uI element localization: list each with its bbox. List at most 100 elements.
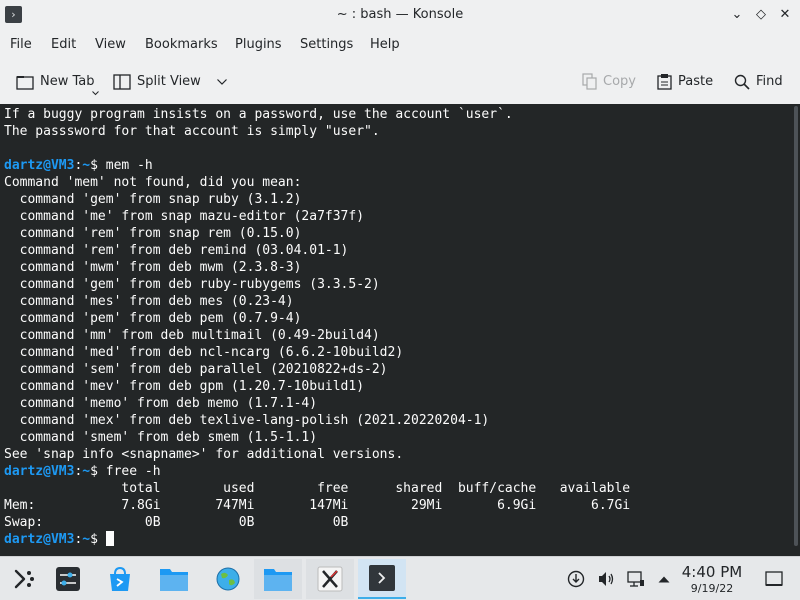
terminal-prompt-line: dartz@VM3:~$ bbox=[4, 531, 630, 548]
new-tab-button[interactable]: New Tab bbox=[16, 71, 99, 96]
minimize-button[interactable]: ⌄ bbox=[727, 5, 747, 25]
terminal-line: command 'gem' from deb ruby-rubygems (3.… bbox=[4, 276, 630, 293]
split-view-label: Split View bbox=[137, 74, 201, 89]
paste-button[interactable]: Paste bbox=[657, 71, 713, 93]
volume-icon[interactable] bbox=[596, 569, 616, 589]
discover-store-icon bbox=[110, 566, 130, 591]
task-konsole[interactable] bbox=[358, 559, 406, 599]
prompt-user-host: dartz@VM3 bbox=[4, 464, 75, 479]
web-browser-icon bbox=[216, 567, 240, 591]
terminal-line-text: command 'mm' from deb multimail (0.49-2b… bbox=[4, 328, 380, 343]
terminal-line-text: command 'sem' from deb parallel (2021082… bbox=[4, 362, 388, 377]
maximize-button[interactable]: ◇ bbox=[751, 5, 771, 25]
terminal-line: command 'gem' from snap ruby (3.1.2) bbox=[4, 191, 630, 208]
terminal-line-text: command 'mwm' from deb mwm (2.3.8-3) bbox=[4, 260, 302, 275]
menu-settings[interactable]: Settings bbox=[300, 37, 353, 52]
copy-icon bbox=[582, 73, 597, 90]
task-web-browser[interactable] bbox=[206, 559, 250, 599]
prompt-path: ~ bbox=[82, 158, 91, 173]
terminal-line: command 'pem' from deb pem (0.7.9-4) bbox=[4, 310, 630, 327]
terminal-line-text: See 'snap info <snapname>' for additiona… bbox=[4, 447, 404, 462]
terminal-line: command 'mm' from deb multimail (0.49-2b… bbox=[4, 327, 630, 344]
file-manager-window-icon bbox=[264, 569, 292, 591]
terminal-line-text: command 'mex' from deb texlive-lang-poli… bbox=[4, 413, 490, 428]
task-discover[interactable] bbox=[98, 559, 142, 599]
clock-time[interactable]: 4:40 PM bbox=[670, 563, 754, 581]
terminal-line-text: If a buggy program insists on a password… bbox=[4, 107, 513, 122]
network-icon[interactable] bbox=[626, 569, 646, 589]
task-x-window[interactable] bbox=[306, 559, 354, 599]
new-tab-label: New Tab bbox=[40, 74, 95, 89]
terminal-line-text: command 'pem' from deb pem (0.7.9-4) bbox=[4, 311, 302, 326]
terminal-view[interactable]: If a buggy program insists on a password… bbox=[0, 104, 800, 556]
terminal-scrollbar[interactable] bbox=[792, 104, 798, 556]
task-system-settings[interactable] bbox=[46, 559, 90, 599]
new-tab-icon bbox=[16, 75, 34, 90]
find-button[interactable]: Find bbox=[734, 71, 783, 93]
paste-icon bbox=[657, 74, 672, 90]
terminal-cursor bbox=[105, 531, 114, 546]
task-file-manager[interactable] bbox=[152, 559, 196, 599]
terminal-line: command 'smem' from deb smem (1.5-1.1) bbox=[4, 429, 630, 446]
terminal-line-text: Command 'mem' not found, did you mean: bbox=[4, 175, 302, 190]
terminal-line: Command 'mem' not found, did you mean: bbox=[4, 174, 630, 191]
terminal-line: command 'mes' from deb mes (0.23-4) bbox=[4, 293, 630, 310]
terminal-line: command 'sem' from deb parallel (2021082… bbox=[4, 361, 630, 378]
terminal-line-text: command 'smem' from deb smem (1.5-1.1) bbox=[4, 430, 318, 445]
terminal-line: command 'mwm' from deb mwm (2.3.8-3) bbox=[4, 259, 630, 276]
terminal-line: command 'med' from deb ncl-ncarg (6.6.2-… bbox=[4, 344, 630, 361]
menu-file[interactable]: File bbox=[10, 37, 32, 52]
menu-edit[interactable]: Edit bbox=[51, 37, 76, 52]
terminal-line-text: command 'mev' from deb gpm (1.20.7-10bui… bbox=[4, 379, 365, 394]
task-file-manager-window[interactable] bbox=[254, 559, 302, 599]
split-view-button[interactable]: Split View bbox=[113, 71, 227, 93]
show-desktop-icon[interactable] bbox=[764, 569, 784, 589]
copy-label: Copy bbox=[603, 74, 636, 89]
terminal-line: Swap: 0B 0B 0B bbox=[4, 514, 630, 531]
terminal-output: If a buggy program insists on a password… bbox=[4, 106, 630, 548]
terminal-line: command 'rem' from snap rem (0.15.0) bbox=[4, 225, 630, 242]
menu-view[interactable]: View bbox=[95, 37, 126, 52]
terminal-prompt-line: dartz@VM3:~$ free -h bbox=[4, 463, 630, 480]
find-label: Find bbox=[756, 74, 783, 89]
system-settings-icon bbox=[56, 567, 80, 591]
terminal-line-text: The passsword for that account is simply… bbox=[4, 124, 380, 139]
terminal-line: command 'rem' from deb remind (03.04.01-… bbox=[4, 242, 630, 259]
split-view-dropdown-icon bbox=[217, 78, 227, 85]
terminal-line: Mem: 7.8Gi 747Mi 147Mi 29Mi 6.9Gi 6.7Gi bbox=[4, 497, 630, 514]
file-manager-icon bbox=[160, 569, 188, 591]
copy-button[interactable]: Copy bbox=[582, 71, 636, 93]
terminal-line: command 'mex' from deb texlive-lang-poli… bbox=[4, 412, 630, 429]
clock-date[interactable]: 9/19/22 bbox=[670, 582, 754, 595]
close-button[interactable]: ✕ bbox=[775, 5, 795, 25]
scrollbar-thumb[interactable] bbox=[794, 106, 798, 546]
taskbar: 4:40 PM 9/19/22 bbox=[0, 556, 800, 600]
prompt-command: $ mem -h bbox=[90, 158, 153, 173]
terminal-line: command 'me' from snap mazu-editor (2a7f… bbox=[4, 208, 630, 225]
terminal-line-text: total used free shared buff/cache availa… bbox=[4, 481, 631, 496]
updates-icon[interactable] bbox=[566, 569, 586, 589]
prompt-user-host: dartz@VM3 bbox=[4, 532, 75, 547]
terminal-line-text: Swap: 0B 0B 0B bbox=[4, 515, 349, 530]
terminal-line-text: command 'memo' from deb memo (1.7.1-4) bbox=[4, 396, 318, 411]
menu-bar: File Edit View Bookmarks Plugins Setting… bbox=[0, 30, 800, 60]
prompt-path: ~ bbox=[82, 532, 91, 547]
menu-plugins[interactable]: Plugins bbox=[235, 37, 282, 52]
application-launcher-icon[interactable] bbox=[2, 559, 46, 599]
terminal-line-text: command 'rem' from deb remind (03.04.01-… bbox=[4, 243, 349, 258]
prompt-command: $ free -h bbox=[90, 464, 161, 479]
terminal-line-text: command 'me' from snap mazu-editor (2a7f… bbox=[4, 209, 365, 224]
search-icon bbox=[734, 74, 750, 90]
terminal-line: If a buggy program insists on a password… bbox=[4, 106, 630, 123]
terminal-line-text: command 'rem' from snap rem (0.15.0) bbox=[4, 226, 302, 241]
toolbar: New Tab Split View Copy Paste Find bbox=[0, 62, 800, 102]
terminal-line: The passsword for that account is simply… bbox=[4, 123, 630, 140]
konsole-icon bbox=[369, 565, 395, 591]
terminal-line: total used free shared buff/cache availa… bbox=[4, 480, 630, 497]
terminal-line-text: command 'gem' from deb ruby-rubygems (3.… bbox=[4, 277, 380, 292]
window-title: ~ : bash — Konsole bbox=[336, 7, 464, 22]
terminal-line-text: command 'gem' from snap ruby (3.1.2) bbox=[4, 192, 302, 207]
menu-bookmarks[interactable]: Bookmarks bbox=[145, 37, 218, 52]
x-window-icon bbox=[317, 566, 343, 592]
menu-help[interactable]: Help bbox=[370, 37, 400, 52]
